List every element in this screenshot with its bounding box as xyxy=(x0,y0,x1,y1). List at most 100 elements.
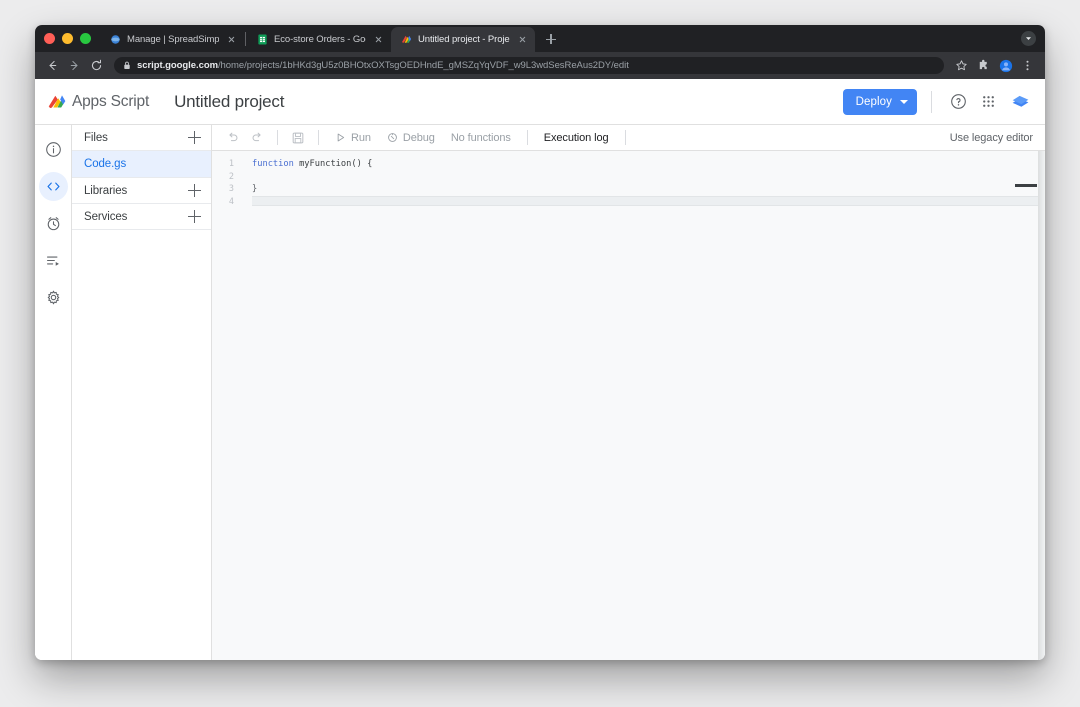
spreadsimple-icon xyxy=(109,34,121,46)
toolbar-divider xyxy=(527,130,528,145)
editor-area: Run Debug No functions Execution log Use… xyxy=(212,125,1045,660)
line-number: 4 xyxy=(212,196,234,209)
undo-icon[interactable] xyxy=(222,127,244,149)
function-selector-label: No functions xyxy=(451,132,511,144)
browser-tab-3[interactable]: Untitled project - Project Edito xyxy=(391,27,535,52)
apps-grid-icon[interactable] xyxy=(974,88,1002,116)
toolbar-divider xyxy=(318,130,319,145)
debug-button[interactable]: Debug xyxy=(380,127,442,149)
reload-icon[interactable] xyxy=(87,56,106,75)
add-file-button[interactable] xyxy=(186,129,203,146)
use-legacy-editor-link[interactable]: Use legacy editor xyxy=(950,132,1035,144)
code-editor[interactable]: 1 2 3 4 function myFunction() { } xyxy=(212,151,1045,660)
chevron-down-icon xyxy=(900,100,908,104)
deploy-button-label: Deploy xyxy=(856,96,892,108)
close-window-button[interactable] xyxy=(44,33,55,44)
line-number: 3 xyxy=(212,183,234,196)
gear-icon xyxy=(45,289,62,306)
executions-list-icon xyxy=(45,252,62,269)
browser-tab-1-close-icon[interactable] xyxy=(225,33,238,46)
list-item[interactable]: Code.gs xyxy=(72,151,211,178)
debug-bug-icon xyxy=(387,132,398,143)
apps-script-brand[interactable]: Apps Script xyxy=(47,92,149,112)
add-library-button[interactable] xyxy=(186,182,203,199)
code-text: } xyxy=(252,184,257,194)
services-label: Services xyxy=(84,211,186,223)
browser-tab-1[interactable]: Manage | SpreadSimple xyxy=(100,27,244,52)
function-selector[interactable]: No functions xyxy=(444,127,518,149)
code-line xyxy=(242,171,1045,184)
browser-tab-1-title: Manage | SpreadSimple xyxy=(127,34,219,45)
code-text: myFunction() { xyxy=(294,159,372,169)
app-header: Apps Script Untitled project Deploy xyxy=(35,79,1045,125)
apps-script-logo-icon xyxy=(47,92,67,112)
puzzle-piece-icon[interactable] xyxy=(974,56,993,75)
toolbar-divider xyxy=(277,130,278,145)
address-bar[interactable]: script.google.com/home/projects/1bHKd3gU… xyxy=(114,57,944,74)
profile-avatar-icon[interactable] xyxy=(996,56,1015,75)
new-tab-button[interactable] xyxy=(540,28,562,50)
navigation-rail xyxy=(35,125,72,660)
line-number: 2 xyxy=(212,171,234,184)
user-avatar-icon[interactable] xyxy=(1009,90,1032,113)
play-triangle-icon xyxy=(335,132,346,143)
tab-strip-options-icon[interactable] xyxy=(1021,31,1036,46)
execution-log-button[interactable]: Execution log xyxy=(537,127,616,149)
browser-tab-strip: Manage | SpreadSimple Eco-store Orders -… xyxy=(35,25,1045,52)
app-body: Files Code.gs Libraries Services xyxy=(35,125,1045,660)
tab-list: Manage | SpreadSimple Eco-store Orders -… xyxy=(100,25,535,52)
minimap-marker xyxy=(1015,184,1037,187)
code-brackets-icon xyxy=(45,178,62,195)
sidebar-item-overview[interactable] xyxy=(39,135,68,164)
add-service-button[interactable] xyxy=(186,208,203,225)
file-name-label: Code.gs xyxy=(84,158,126,170)
window-traffic-lights xyxy=(42,25,100,52)
tab-divider xyxy=(245,32,246,46)
libraries-section-header: Libraries xyxy=(72,178,211,204)
code-line: } xyxy=(242,183,1045,196)
editor-toolbar: Run Debug No functions Execution log Use… xyxy=(212,125,1045,151)
lock-icon xyxy=(123,61,131,70)
three-dot-menu-icon[interactable] xyxy=(1018,56,1037,75)
star-icon[interactable] xyxy=(952,56,971,75)
redo-icon[interactable] xyxy=(246,127,268,149)
page-title[interactable]: Untitled project xyxy=(174,92,284,112)
browser-tab-2[interactable]: Eco-store Orders - Google Sh xyxy=(247,27,391,52)
execution-log-label: Execution log xyxy=(544,132,609,144)
maximize-window-button[interactable] xyxy=(80,33,91,44)
sidebar-item-triggers[interactable] xyxy=(39,209,68,238)
code-content[interactable]: function myFunction() { } xyxy=(242,151,1045,660)
minimize-window-button[interactable] xyxy=(62,33,73,44)
services-section-header: Services xyxy=(72,204,211,230)
browser-tab-2-close-icon[interactable] xyxy=(372,33,385,46)
header-actions: Deploy xyxy=(843,88,1032,116)
libraries-label: Libraries xyxy=(84,185,186,197)
browser-toolbar: script.google.com/home/projects/1bHKd3gU… xyxy=(35,52,1045,79)
back-arrow-icon[interactable] xyxy=(43,56,62,75)
apps-script-icon xyxy=(400,34,412,46)
browser-tab-3-title: Untitled project - Project Edito xyxy=(418,34,510,45)
editor-scrollbar[interactable] xyxy=(1038,151,1045,660)
debug-button-label: Debug xyxy=(403,132,435,144)
deploy-button[interactable]: Deploy xyxy=(843,89,917,115)
line-number: 1 xyxy=(212,158,234,171)
code-cursor-line xyxy=(252,196,1045,206)
files-label: Files xyxy=(84,132,186,144)
code-line: function myFunction() { xyxy=(242,158,1045,171)
address-bar-host: script.google.com xyxy=(137,60,218,71)
address-bar-path: /home/projects/1bHKd3gU5z0BHOtxOXTsgOEDH… xyxy=(218,60,629,71)
forward-arrow-icon[interactable] xyxy=(65,56,84,75)
help-circle-icon[interactable] xyxy=(944,88,972,116)
brand-name: Apps Script xyxy=(72,93,149,111)
sidebar-item-settings[interactable] xyxy=(39,283,68,312)
files-section-header: Files xyxy=(72,125,211,151)
toolbar-divider xyxy=(625,130,626,145)
run-button-label: Run xyxy=(351,132,371,144)
run-button[interactable]: Run xyxy=(328,127,378,149)
file-panel: Files Code.gs Libraries Services xyxy=(72,125,212,660)
browser-tab-3-close-icon[interactable] xyxy=(516,33,529,46)
sidebar-item-editor[interactable] xyxy=(39,172,68,201)
google-sheets-icon xyxy=(256,34,268,46)
sidebar-item-executions[interactable] xyxy=(39,246,68,275)
save-icon[interactable] xyxy=(287,127,309,149)
